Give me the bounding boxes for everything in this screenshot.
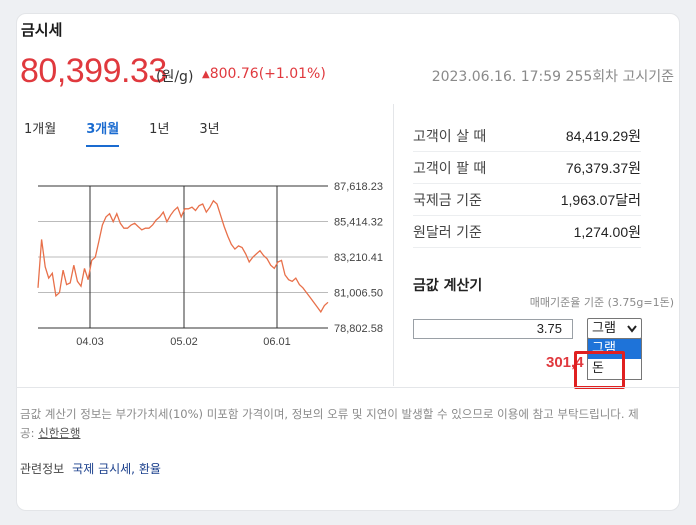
x-tick-label: 04.03 bbox=[76, 336, 104, 348]
info-value: 1,274.00원 bbox=[573, 223, 641, 240]
tab-3-months[interactable]: 3개월 bbox=[86, 118, 120, 147]
price-change: ▲800.76(+1.01%) bbox=[202, 66, 326, 82]
x-tick-label: 05.02 bbox=[170, 336, 198, 348]
disclaimer-text: 금값 계산기 정보는 부가가치세(10%) 미포함 가격이며, 정보의 오류 및… bbox=[20, 407, 639, 440]
disclaimer-notice: 금값 계산기 정보는 부가가치세(10%) 미포함 가격이며, 정보의 오류 및… bbox=[20, 405, 642, 443]
info-row-sell: 고객이 팔 때 76,379.37원 bbox=[413, 152, 641, 184]
info-row-buy: 고객이 살 때 84,419.29원 bbox=[413, 120, 641, 152]
info-value: 1,963.07달러 bbox=[560, 191, 641, 208]
y-tick-label: 83,210.41 bbox=[334, 252, 383, 264]
tab-1-month[interactable]: 1개월 bbox=[24, 118, 56, 147]
provider-link[interactable]: 신한은행 bbox=[38, 426, 80, 440]
y-tick-label: 81,006.50 bbox=[334, 288, 383, 300]
widget-title: 금시세 bbox=[21, 21, 63, 39]
info-label: 국제금 기준 bbox=[413, 192, 482, 209]
y-tick-label: 87,618.23 bbox=[334, 181, 383, 193]
price-chart: 87,618.23 85,414.32 83,210.41 81,006.50 78,8… bbox=[37, 181, 383, 348]
info-row-international: 국제금 기준 1,963.07달러 bbox=[413, 184, 641, 216]
price-series-line bbox=[37, 199, 329, 314]
tab-3-years[interactable]: 3년 bbox=[199, 118, 219, 147]
calculator-title: 금값 계산기 bbox=[413, 278, 483, 294]
x-tick-label: 06.01 bbox=[263, 336, 291, 348]
period-tabs: 1개월 3개월 1년 3년 bbox=[24, 118, 250, 147]
price-unit: (원/g) bbox=[156, 69, 194, 85]
related-label: 관련정보 bbox=[20, 462, 65, 476]
y-tick-label: 78,802.58 bbox=[334, 323, 383, 335]
tab-1-year[interactable]: 1년 bbox=[149, 118, 169, 147]
y-tick-label: 85,414.32 bbox=[334, 217, 383, 229]
current-price: 80,399.33 bbox=[20, 52, 167, 90]
calculator-basis: 매매기준율 기준 (3.75g=1돈) bbox=[529, 296, 674, 309]
info-row-exchange: 원달러 기준 1,274.00원 bbox=[413, 216, 641, 248]
info-value: 84,419.29원 bbox=[565, 127, 641, 144]
info-label: 원달러 기준 bbox=[413, 224, 482, 241]
highlight-box bbox=[574, 351, 625, 389]
info-label: 고객이 살 때 bbox=[413, 128, 487, 145]
info-label: 고객이 팔 때 bbox=[413, 160, 487, 177]
announcement-basis: 2023.06.16. 17:59 255회차 고시기준 bbox=[431, 69, 674, 85]
info-value: 76,379.37원 bbox=[565, 159, 641, 176]
unit-select[interactable]: 그램 bbox=[587, 318, 642, 339]
horizontal-divider bbox=[16, 387, 680, 388]
vertical-divider bbox=[393, 104, 394, 386]
weight-input[interactable]: 3.75 bbox=[413, 319, 573, 339]
unit-select-value: 그램 bbox=[592, 321, 616, 336]
price-info-table: 고객이 살 때 84,419.29원 고객이 팔 때 76,379.37원 국제… bbox=[413, 120, 641, 248]
up-arrow-icon: ▲ bbox=[202, 69, 210, 80]
related-info: 관련정보 국제 금시세, 환율 bbox=[20, 460, 161, 477]
related-links[interactable]: 국제 금시세, 환율 bbox=[72, 462, 161, 476]
price-change-value: 800.76(+1.01%) bbox=[209, 66, 326, 82]
